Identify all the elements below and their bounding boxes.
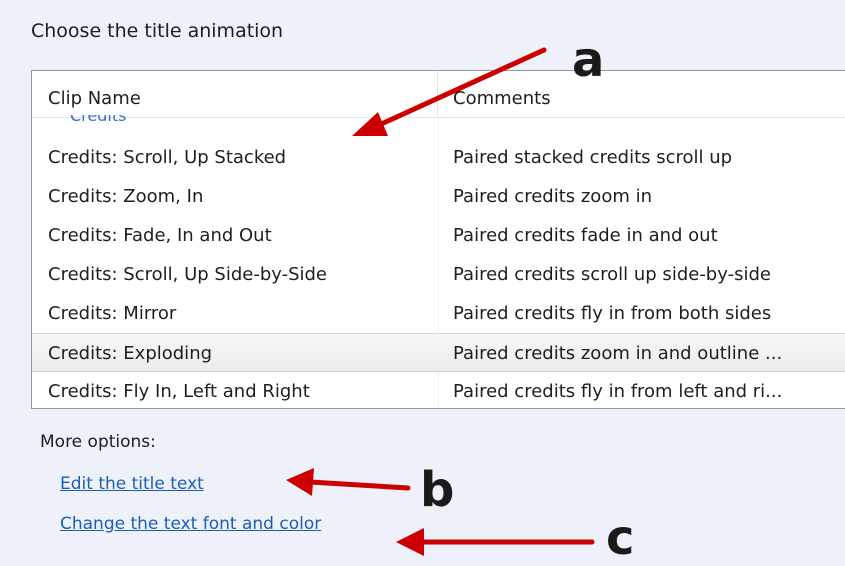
title-animation-list[interactable]: Clip Name Comments Credits Credits: Scro… [31, 70, 845, 409]
table-row[interactable]: Credits: Scroll, Up Stacked Paired stack… [32, 138, 845, 177]
comment-cell: Paired credits zoom in [453, 186, 653, 207]
page-title: Choose the title animation [31, 20, 284, 42]
comment-cell: Paired credits fade in and out [453, 225, 718, 246]
table-row[interactable]: Credits: Scroll, Up Side-by-Side Paired … [32, 255, 845, 294]
arrow-c [396, 528, 595, 556]
annotation-label-b: b [420, 462, 455, 518]
table-row[interactable]: Credits: Zoom, In Paired credits zoom in [32, 177, 845, 216]
comment-cell: Paired credits fly in from left and ri..… [453, 381, 783, 402]
column-header-clip-name[interactable]: Clip Name [32, 71, 438, 117]
annotation-label-a: a [572, 32, 605, 88]
comment-cell: Paired credits fly in from both sides [453, 303, 772, 324]
arrow-b [286, 468, 411, 496]
clip-name-cell: Credits: Mirror [48, 303, 177, 324]
table-row[interactable]: Credits: Fade, In and Out Paired credits… [32, 216, 845, 255]
more-options-label: More options: [40, 432, 156, 452]
comment-cell: Paired credits zoom in and outline ... [453, 343, 783, 364]
list-header: Clip Name Comments [32, 71, 845, 118]
annotation-label-c: c [606, 510, 635, 566]
clip-name-cell: Credits: Scroll, Up Stacked [48, 147, 287, 168]
comment-cell: Paired credits scroll up side-by-side [453, 264, 771, 285]
clip-name-cell: Credits: Exploding [48, 343, 213, 364]
table-row[interactable]: Credits: Fly In, Left and Right Paired c… [32, 372, 845, 408]
table-row[interactable]: Credits: Mirror Paired credits fly in fr… [32, 294, 845, 333]
clip-name-cell: Credits: Fade, In and Out [48, 225, 272, 246]
clip-name-cell: Credits: Zoom, In [48, 186, 204, 207]
edit-title-text-link[interactable]: Edit the title text [60, 474, 204, 494]
clip-name-cell: Credits: Scroll, Up Side-by-Side [48, 264, 328, 285]
comment-cell: Paired stacked credits scroll up [453, 147, 733, 168]
group-header-credits: Credits [70, 115, 126, 124]
change-font-color-link[interactable]: Change the text font and color [60, 514, 321, 534]
clip-name-cell: Credits: Fly In, Left and Right [48, 381, 310, 402]
table-row-selected[interactable]: Credits: Exploding Paired credits zoom i… [32, 333, 845, 372]
column-header-comments[interactable]: Comments [438, 71, 845, 117]
